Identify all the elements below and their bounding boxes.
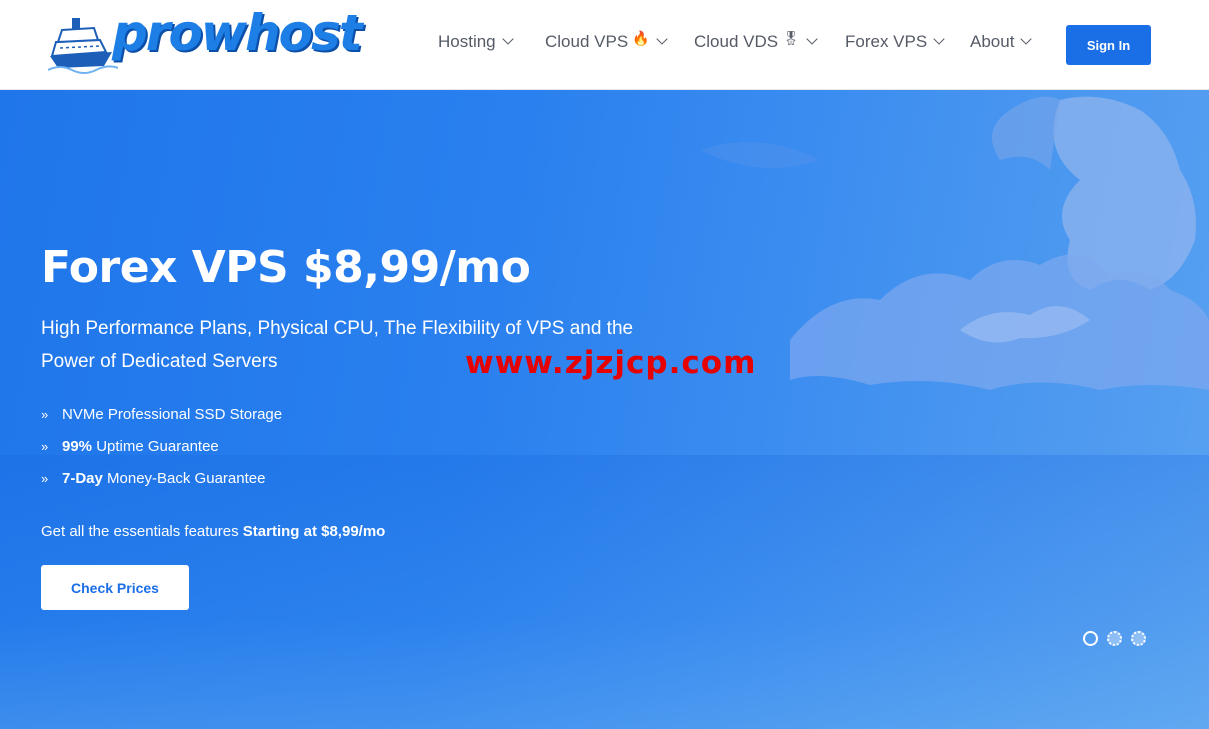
nav-cloud-vds[interactable]: Cloud VDS 🎖	[694, 30, 818, 52]
nav-about-label: About	[970, 32, 1015, 51]
feature-text: Money-Back Guarantee	[102, 470, 266, 487]
nav-forex-vps-label: Forex VPS	[845, 32, 928, 51]
essentials-price: Starting at $8,99/mo	[242, 523, 386, 540]
slide-dot-1[interactable]	[1083, 631, 1098, 646]
feature-item: » 7-Day Money-Back Guarantee	[41, 470, 265, 487]
hero-slider: Forex VPS $8,99/mo High Performance Plan…	[0, 90, 1209, 729]
feature-item: » 99% Uptime Guarantee	[41, 438, 219, 455]
chevron-down-icon	[933, 33, 945, 45]
hero-title: Forex VPS $8,99/mo	[41, 242, 531, 293]
chevron-down-icon	[655, 33, 668, 45]
nav-forex-vps[interactable]: Forex VPS	[845, 32, 945, 52]
nav-about[interactable]: About	[970, 32, 1033, 52]
feature-highlight: 99%	[62, 438, 93, 455]
chevron-down-icon	[1020, 33, 1033, 45]
logo-text: prowhost	[112, 4, 363, 62]
slide-dot-2[interactable]	[1107, 631, 1122, 646]
feature-text: NVMe Professional SSD Storage	[62, 406, 283, 423]
watermark-text: www.zjzjcp.com	[465, 345, 757, 381]
nav-cloud-vps[interactable]: Cloud VPS 🔥	[545, 30, 668, 52]
feature-text: Uptime Guarantee	[92, 438, 219, 455]
nav-cloud-vds-label: Cloud VDS	[694, 32, 779, 51]
chevron-down-icon	[501, 33, 514, 45]
essentials-text: Get all the essentials features Starting…	[41, 523, 385, 540]
double-chevron-right-icon: »	[41, 407, 49, 422]
sign-in-button[interactable]: Sign In	[1066, 25, 1151, 65]
prowhost-logo[interactable]: prowhost	[47, 4, 363, 74]
check-prices-button[interactable]: Check Prices	[41, 565, 189, 610]
ship-icon	[47, 18, 119, 74]
site-header: prowhost Hosting Cloud VPS 🔥 Cloud VDS 🎖 F…	[0, 0, 1209, 90]
nav-cloud-vps-label: Cloud VPS	[545, 32, 629, 51]
nav-hosting[interactable]: Hosting	[438, 32, 514, 52]
chevron-down-icon	[806, 33, 818, 45]
feature-highlight: 7-Day	[62, 470, 103, 487]
feature-item: » NVMe Professional SSD Storage	[41, 406, 282, 423]
fire-icon: 🔥	[632, 30, 650, 46]
medal-icon: 🎖	[782, 30, 800, 46]
nav-hosting-label: Hosting	[438, 32, 496, 51]
double-chevron-right-icon: »	[41, 471, 49, 486]
slide-dot-3[interactable]	[1131, 631, 1146, 646]
essentials-lead: Get all the essentials features	[41, 523, 243, 540]
double-chevron-right-icon: »	[41, 439, 49, 454]
